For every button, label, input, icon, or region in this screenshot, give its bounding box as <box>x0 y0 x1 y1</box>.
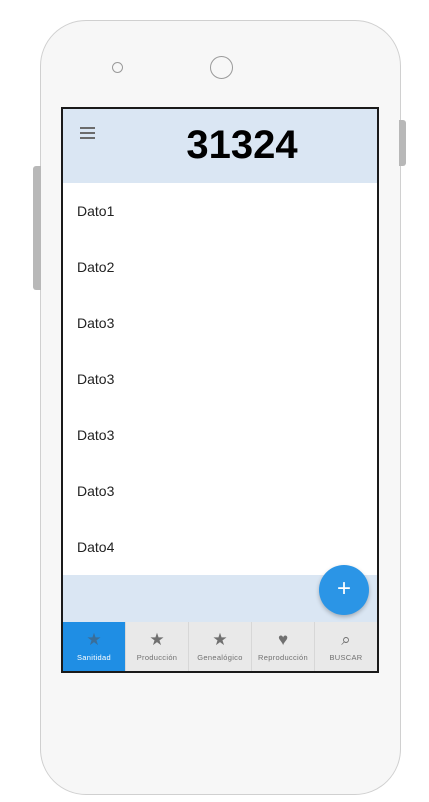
data-list: Dato1 Dato2 Dato3 Dato3 Dato3 Dato3 Dato… <box>63 183 377 575</box>
tab-label: Producción <box>136 653 178 662</box>
tab-sanitidad[interactable]: ★ Sanitidad <box>63 622 126 671</box>
star-icon: ★ <box>212 630 228 649</box>
list-item[interactable]: Dato3 <box>63 351 377 407</box>
tab-label: BUSCAR <box>329 653 363 662</box>
tab-produccion[interactable]: ★ Producción <box>126 622 189 671</box>
front-camera <box>210 56 233 79</box>
list-item[interactable]: Dato2 <box>63 239 377 295</box>
tab-label: Genealógico <box>197 653 243 662</box>
list-item[interactable]: Dato1 <box>63 183 377 239</box>
tab-buscar[interactable]: ⌕ BUSCAR <box>315 622 377 671</box>
add-button[interactable]: + <box>319 565 369 615</box>
app-header: 31324 <box>63 109 377 183</box>
tab-label: Reproducción <box>258 653 308 662</box>
tab-label: Sanitidad <box>77 653 111 662</box>
star-icon: ★ <box>149 630 165 649</box>
app-screen: 31324 Dato1 Dato2 Dato3 Dato3 Dato3 Dato… <box>61 107 379 673</box>
volume-button <box>33 166 41 290</box>
power-button <box>399 120 406 166</box>
list-item[interactable]: Dato3 <box>63 407 377 463</box>
star-icon: ★ <box>86 630 102 649</box>
proximity-sensor <box>112 62 123 73</box>
heart-icon: ♥ <box>277 630 289 649</box>
tab-genealogico[interactable]: ★ Genealógico <box>189 622 252 671</box>
tab-reproduccion[interactable]: ♥ Reproducción <box>252 622 315 671</box>
bottom-navigation: ★ Sanitidad ★ Producción ★ Genealógico ♥… <box>63 622 377 671</box>
search-icon: ⌕ <box>341 630 351 649</box>
list-item[interactable]: Dato4 <box>63 519 377 575</box>
list-item[interactable]: Dato3 <box>63 463 377 519</box>
list-item[interactable]: Dato3 <box>63 295 377 351</box>
page-title: 31324 <box>186 123 298 167</box>
